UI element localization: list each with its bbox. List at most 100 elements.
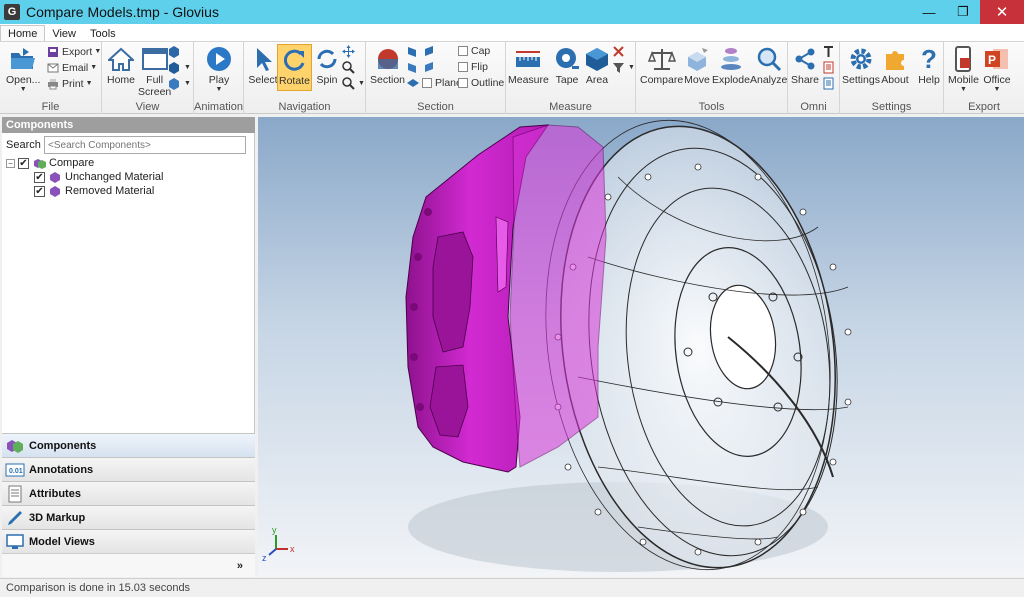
measure-button[interactable]: Measure [508,44,549,86]
chevron-down-icon[interactable]: ▼ [994,86,1001,93]
group-section: Section Cap Flip Plane Outline Section [366,42,506,114]
tab-annotations[interactable]: 0.01 Annotations [2,457,255,481]
plane-icon [422,61,435,74]
explode-button[interactable]: Explode [712,44,750,86]
area-button[interactable]: Area [582,44,612,86]
search-input[interactable] [44,136,246,154]
tab-tools[interactable]: Tools [83,26,123,41]
share-button[interactable]: Share [790,44,820,86]
tree-node-compare[interactable]: − ✔ Compare [6,157,94,169]
flip-label: Flip [471,61,488,73]
rotate-label: Rotate [279,75,310,87]
zoom-area-button[interactable] [342,61,358,74]
zoom-button[interactable]: ▼ [342,77,365,90]
home-icon [106,44,136,74]
play-button[interactable]: Play ▼ [204,44,234,93]
cube-icon [168,77,181,90]
print-button[interactable]: Print ▼ [46,77,93,90]
text-note-button[interactable] [822,45,838,58]
view-cube-button[interactable] [168,45,184,58]
cap-checkbox[interactable]: Cap [458,45,490,57]
tree-node-unchanged-material[interactable]: ✔ Unchanged Material [34,171,163,183]
assembly-icon [32,157,46,169]
tab-components[interactable]: Components [2,433,255,457]
plane-checkbox[interactable]: Plane [422,77,462,89]
section-plane-x-button[interactable] [406,45,422,58]
section-orient-button[interactable] [406,77,422,90]
play-label: Play [208,74,230,86]
tab-view[interactable]: View [45,26,83,41]
chevron-down-icon[interactable]: ▼ [216,86,223,93]
mobile-label: Mobile [948,74,979,86]
close-icon [612,45,625,58]
part-icon [48,171,62,183]
outline-checkbox[interactable]: Outline [458,77,504,89]
analyze-magnifier-icon [754,44,784,74]
list-icon [822,77,835,90]
zoom-icon [342,61,355,74]
select-label: Select [248,74,278,86]
tab-home[interactable]: Home [0,25,46,41]
spin-button[interactable]: Spin [312,44,342,86]
tape-label: Tape [555,74,579,86]
rotate-button[interactable]: Rotate [277,44,312,91]
move-button[interactable]: Move [682,44,712,86]
settings-button[interactable]: Settings [842,44,880,86]
view-orientation-button[interactable]: ▼ [168,61,191,74]
tab-attributes[interactable]: Attributes [2,481,255,505]
open-button[interactable]: Open... ▼ [6,44,40,93]
help-button[interactable]: ? Help [914,44,944,86]
tree-node-removed-material[interactable]: ✔ Removed Material [34,185,154,197]
brake-caliper[interactable] [405,124,607,473]
export-icon [46,45,59,58]
office-label: Office [983,74,1011,86]
minimize-button[interactable]: — [912,0,946,24]
pan-button[interactable] [342,45,358,58]
section-label: Section [370,74,406,86]
full-screen-button[interactable]: Full Screen [138,44,171,98]
mobile-button[interactable]: Mobile ▼ [948,44,979,93]
group-file: Open... ▼ Export ▼ Email ▼ Print ▼ File [0,42,102,114]
maximize-button[interactable]: ❐ [946,0,980,24]
expand-tabs-button[interactable]: » [237,560,243,572]
about-button[interactable]: About [880,44,910,86]
tab-3d-markup[interactable]: 3D Markup [2,505,255,529]
measure-filter-button[interactable]: ▼ [612,61,635,74]
home-label: Home [106,74,135,86]
email-button[interactable]: Email ▼ [46,61,97,74]
app-icon[interactable]: G [4,4,20,20]
office-button[interactable]: P Office ▼ [982,44,1012,93]
select-button[interactable]: Select [248,44,278,86]
home-button[interactable]: Home [106,44,136,86]
omni-list-button[interactable] [822,77,838,90]
visibility-checkbox[interactable]: ✔ [34,171,45,183]
flip-checkbox[interactable]: Flip [458,61,488,73]
area-label: Area [585,74,609,86]
tape-button[interactable]: Tape [552,44,582,86]
group-animation: Play ▼ Animation [194,42,244,114]
model-render[interactable]: y z x [258,117,1024,577]
omni-doc-button[interactable] [822,61,838,74]
3d-viewport[interactable]: y z x [258,117,1024,577]
clear-measure-button[interactable] [612,45,628,58]
section-plane-z-button[interactable] [406,61,422,74]
text-icon [822,45,835,58]
export-button[interactable]: Export ▼ [46,45,101,58]
close-button[interactable]: ✕ [980,0,1024,24]
section-plane-w-button[interactable] [422,61,438,74]
chevron-down-icon[interactable]: ▼ [20,86,27,93]
visibility-checkbox[interactable]: ✔ [34,185,45,197]
section-plane-y-button[interactable] [422,45,438,58]
view-style-button[interactable]: ▼ [168,77,191,90]
collapse-icon[interactable]: − [6,158,15,168]
status-bar: Comparison is done in 15.03 seconds [0,578,1024,597]
analyze-button[interactable]: Analyze [750,44,787,86]
tab-model-views[interactable]: Model Views [2,529,255,553]
full-screen-label-2: Screen [138,86,172,98]
compare-button[interactable]: Compare [640,44,683,86]
section-button[interactable]: Section [370,44,405,86]
group-section-label: Section [417,101,454,113]
gear-icon [846,44,876,74]
chevron-down-icon[interactable]: ▼ [960,86,967,93]
visibility-checkbox[interactable]: ✔ [18,157,29,169]
